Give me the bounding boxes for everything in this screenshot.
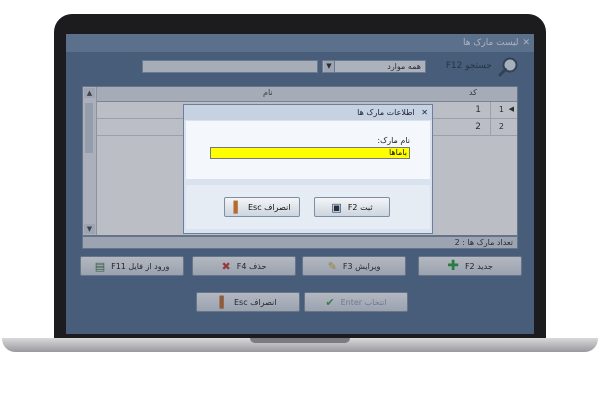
delete-button[interactable]: حذف F4 ✖: [192, 256, 296, 276]
row-number: 2: [498, 122, 504, 131]
app-screen: ✕ لیست مارک ها جستجو F12 همه موارد ▼ کد …: [66, 34, 534, 334]
row-number: 1: [498, 105, 504, 114]
brand-name-label: نام مارک:: [377, 136, 410, 145]
dialog-body: نام مارک: باماها: [186, 121, 430, 179]
plus-icon: ✚: [447, 258, 459, 274]
search-icon[interactable]: [498, 56, 520, 78]
chevron-down-icon[interactable]: ▼: [324, 61, 335, 72]
edit-button-label: ویرایش F3: [342, 261, 381, 271]
filter-select-value: همه موارد: [387, 62, 421, 71]
dialog-close-icon[interactable]: ✕: [421, 108, 428, 117]
window-titlebar: ✕ لیست مارک ها: [66, 34, 534, 52]
grid-scrollbar[interactable]: ▲ ▼: [83, 87, 97, 235]
scrollbar-thumb[interactable]: [85, 103, 93, 153]
dialog-save-button[interactable]: ثبت F2 ▣: [314, 197, 390, 217]
file-import-icon: ▤: [94, 259, 106, 273]
exit-door-icon: ▌: [219, 295, 228, 309]
import-button-label: ورود از فایل F11: [111, 261, 170, 271]
brand-info-dialog: ✕ اطلاعات مارک ها نام مارک: باماها ثبت F…: [183, 104, 433, 234]
pencil-icon: ✎: [327, 259, 337, 273]
row-code: 1: [475, 105, 481, 115]
cancel-button[interactable]: انصراف Esc ▌: [196, 292, 300, 312]
select-button[interactable]: انتخاب Enter ✔: [304, 292, 408, 312]
grid-header-name: نام: [263, 88, 273, 97]
delete-button-label: حذف F4: [236, 261, 267, 271]
filter-select[interactable]: همه موارد ▼: [322, 60, 426, 73]
laptop-notch: [250, 338, 350, 343]
edit-button[interactable]: ویرایش F3 ✎: [302, 256, 406, 276]
dialog-footer: ثبت F2 ▣ انصراف Esc ▌: [186, 185, 430, 229]
window-title: لیست مارک ها: [462, 38, 519, 48]
search-label: جستجو F12: [445, 61, 492, 71]
count-bar: تعداد مارک ها : 2: [82, 236, 518, 249]
scroll-up-icon[interactable]: ▲: [84, 88, 95, 98]
grid-header-code: کد: [468, 88, 477, 97]
row-code: 2: [475, 122, 481, 132]
select-button-label: انتخاب Enter: [340, 297, 387, 307]
delete-icon: ✖: [221, 259, 231, 273]
row-selector[interactable]: ◀ 1: [490, 102, 517, 118]
new-button-label: جدید F2: [464, 261, 493, 271]
dialog-cancel-label: انصراف Esc: [248, 202, 291, 212]
row-selector[interactable]: 2: [490, 119, 517, 135]
grid-header: کد نام: [83, 87, 517, 102]
close-icon[interactable]: ✕: [522, 38, 530, 48]
brand-name-field[interactable]: باماها: [210, 147, 410, 159]
save-icon: ▣: [331, 200, 342, 214]
import-button[interactable]: ورود از فایل F11 ▤: [80, 256, 184, 276]
cancel-button-label: انصراف Esc: [234, 297, 277, 307]
scroll-down-icon[interactable]: ▼: [84, 224, 95, 234]
dialog-save-label: ثبت F2: [347, 202, 373, 212]
dialog-titlebar: ✕ اطلاعات مارک ها: [184, 105, 432, 120]
exit-door-icon: ▌: [233, 200, 242, 214]
new-button[interactable]: جدید F2 ✚: [418, 256, 522, 276]
dialog-cancel-button[interactable]: انصراف Esc ▌: [224, 197, 300, 217]
search-input[interactable]: [142, 60, 318, 73]
checkmark-icon: ✔: [325, 295, 335, 309]
search-row: جستجو F12 همه موارد ▼: [66, 54, 534, 78]
row-pointer-icon: ◀: [508, 105, 514, 113]
dialog-title: اطلاعات مارک ها: [357, 108, 415, 117]
